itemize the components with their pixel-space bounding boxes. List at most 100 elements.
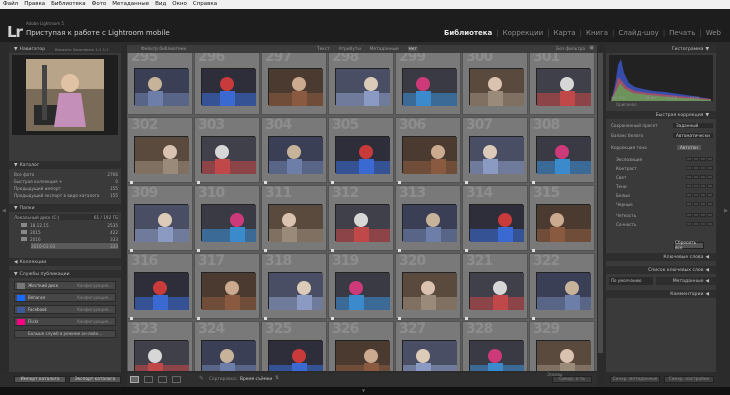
- grid-cell[interactable]: 310: [194, 185, 260, 252]
- grid-cell[interactable]: 322: [529, 253, 595, 320]
- photo-thumbnail[interactable]: [134, 340, 189, 371]
- keyword-list-header[interactable]: Список ключевых слов ◀: [606, 266, 716, 274]
- flag-marker-icon[interactable]: [264, 249, 267, 252]
- menu-file[interactable]: Файл: [3, 0, 18, 9]
- photo-thumbnail[interactable]: [201, 68, 256, 106]
- navigator-zoom-options[interactable]: Вписать Заполнить 1:1 1:1: [55, 47, 109, 52]
- photo-thumbnail[interactable]: [402, 340, 457, 371]
- photo-thumbnail[interactable]: [469, 204, 524, 242]
- menu-window[interactable]: Окно: [172, 0, 187, 9]
- grid-cell[interactable]: 306: [395, 117, 461, 184]
- filmstrip-collapsed[interactable]: ▼: [0, 387, 730, 395]
- quick-develop-header[interactable]: Быстрая коррекция ▼: [606, 111, 716, 119]
- comments-header[interactable]: Комментарии ◀: [606, 290, 716, 298]
- photo-thumbnail[interactable]: [335, 68, 390, 106]
- publish-service[interactable]: Behance Конфигурация...: [14, 293, 116, 302]
- grid-cell[interactable]: 307: [462, 117, 528, 184]
- bottom-panel-toggle-icon[interactable]: ▼: [362, 388, 365, 393]
- photo-thumbnail[interactable]: [268, 204, 323, 242]
- grid-cell[interactable]: 326: [328, 321, 394, 371]
- exposure-steppers[interactable]: [685, 156, 713, 162]
- folder-row[interactable]: 2016 333: [21, 236, 118, 242]
- exposure-row[interactable]: Экспозиция: [616, 156, 713, 162]
- filter-attributes[interactable]: Атрибуты: [339, 47, 361, 52]
- photo-thumbnail[interactable]: [134, 204, 189, 242]
- flag-marker-icon[interactable]: [532, 181, 535, 184]
- sort-value[interactable]: Время съёмки: [240, 377, 272, 382]
- grid-cell[interactable]: 299: [395, 53, 461, 115]
- flag-marker-icon[interactable]: [197, 249, 200, 252]
- grid-cell[interactable]: 314: [462, 185, 528, 252]
- filter-text[interactable]: Текст: [317, 47, 330, 52]
- grid-cell[interactable]: 295: [127, 53, 193, 115]
- filter-none[interactable]: Нет: [407, 46, 418, 52]
- photo-thumbnail[interactable]: [402, 136, 457, 174]
- catalog-row[interactable]: Все фото 2766: [14, 171, 118, 177]
- folder-volume[interactable]: Локальный диск (C:) 61 / 192 ГБ: [14, 214, 118, 220]
- grid-cell[interactable]: 325: [261, 321, 327, 371]
- shadows-steppers[interactable]: [685, 183, 713, 189]
- loupe-view-icon[interactable]: [144, 376, 153, 383]
- vibrance-row[interactable]: Сочность: [616, 221, 713, 227]
- keywording-header[interactable]: Ключевые слова ◀: [606, 253, 716, 261]
- photo-thumbnail[interactable]: [201, 272, 256, 310]
- flag-marker-icon[interactable]: [331, 181, 334, 184]
- grid-cell[interactable]: 317: [194, 253, 260, 320]
- auto-tone-button[interactable]: Автотон: [676, 144, 701, 150]
- grid-cell[interactable]: 315: [529, 185, 595, 252]
- scrollbar-thumb[interactable]: [598, 53, 603, 353]
- identity-title[interactable]: Приступая к работе с Lightroom mobile: [26, 29, 170, 37]
- grid-view-icon[interactable]: [130, 376, 139, 383]
- publish-setting[interactable]: Конфигурация...: [77, 307, 112, 312]
- photo-thumbnail[interactable]: [268, 340, 323, 371]
- grid-cell[interactable]: 305: [328, 117, 394, 184]
- survey-view-icon[interactable]: [172, 376, 181, 383]
- publish-header[interactable]: ▼ Службы публикации: [9, 270, 121, 278]
- catalog-header[interactable]: ▼ Каталог: [9, 161, 121, 169]
- vibrance-steppers[interactable]: [685, 221, 713, 227]
- grid-cell[interactable]: 328: [462, 321, 528, 371]
- grid-cell[interactable]: 324: [194, 321, 260, 371]
- photo-thumbnail[interactable]: [268, 136, 323, 174]
- photo-thumbnail[interactable]: [335, 204, 390, 242]
- shadows-row[interactable]: Тени: [616, 183, 713, 189]
- blacks-row[interactable]: Черные: [616, 201, 713, 207]
- folder-row[interactable]: 2015 422: [21, 229, 118, 235]
- grid-cell[interactable]: 309: [127, 185, 193, 252]
- flag-marker-icon[interactable]: [264, 317, 267, 320]
- grid-cell[interactable]: 301: [529, 53, 595, 115]
- flag-marker-icon[interactable]: [331, 249, 334, 252]
- collections-header[interactable]: ◀ Коллекции: [9, 258, 121, 266]
- catalog-row[interactable]: Быстрая коллекция + 0: [14, 178, 118, 184]
- publish-service[interactable]: Жесткий диск Конфигурация...: [14, 281, 116, 290]
- metadata-header[interactable]: Метаданные ◀: [656, 277, 716, 285]
- grid-cell[interactable]: 323: [127, 321, 193, 371]
- blacks-steppers[interactable]: [685, 201, 713, 207]
- module-library[interactable]: Библиотека: [441, 29, 495, 37]
- flag-marker-icon[interactable]: [465, 249, 468, 252]
- photo-thumbnail[interactable]: [201, 136, 256, 174]
- navigator-preview[interactable]: [12, 55, 118, 135]
- photo-thumbnail[interactable]: [134, 272, 189, 310]
- publish-setting[interactable]: Конфигурация...: [77, 283, 112, 288]
- module-develop[interactable]: Коррекции: [500, 29, 547, 37]
- menu-view[interactable]: Вид: [155, 0, 166, 9]
- catalog-row[interactable]: Предыдущий экспорт в виде каталога 155: [14, 192, 118, 198]
- flag-marker-icon[interactable]: [398, 249, 401, 252]
- grid-cell[interactable]: 319: [328, 253, 394, 320]
- flag-marker-icon[interactable]: [264, 181, 267, 184]
- photo-thumbnail[interactable]: [335, 340, 390, 371]
- flag-marker-icon[interactable]: [331, 317, 334, 320]
- reset-all-button[interactable]: Сбросить все: [674, 241, 704, 251]
- photo-thumbnail[interactable]: [268, 68, 323, 106]
- lock-icon[interactable]: ▣: [589, 45, 594, 51]
- right-panel-toggle-icon[interactable]: ▶: [724, 208, 728, 214]
- publish-service[interactable]: Facebook Конфигурация...: [14, 305, 116, 314]
- photo-thumbnail[interactable]: [402, 272, 457, 310]
- folder-row[interactable]: 18.12.15 2535: [21, 222, 118, 228]
- whites-row[interactable]: Белые: [616, 192, 713, 198]
- white-balance-row[interactable]: Баланс белого Автоматически: [611, 132, 713, 138]
- flag-marker-icon[interactable]: [197, 181, 200, 184]
- flag-marker-icon[interactable]: [130, 317, 133, 320]
- import-catalog-button[interactable]: Импорт каталога: [14, 376, 66, 383]
